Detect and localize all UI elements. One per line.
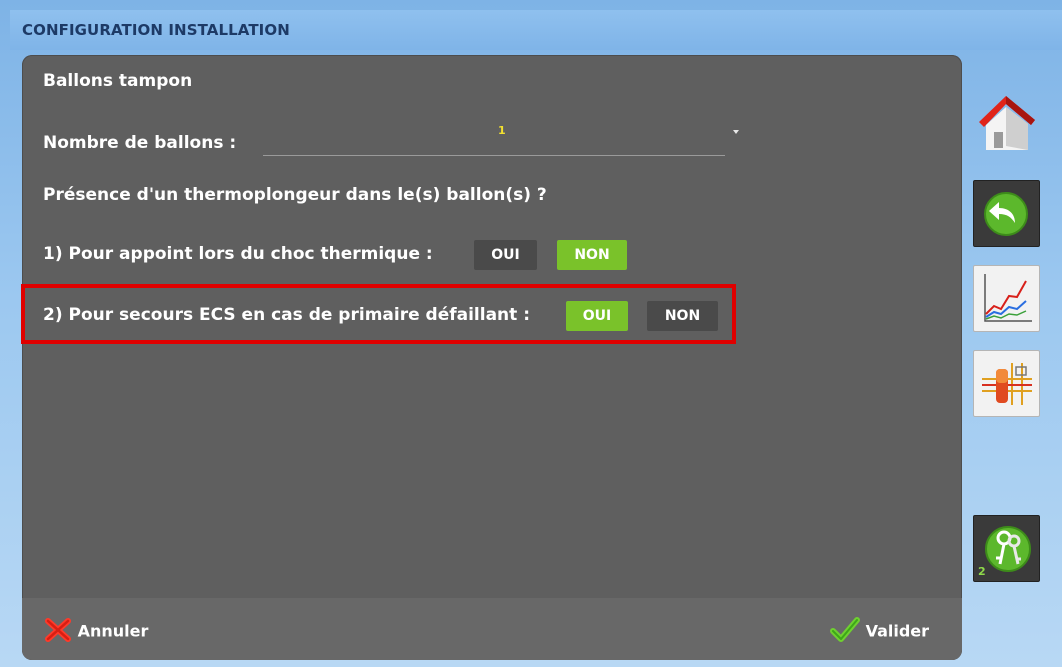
cancel-label: Annuler bbox=[77, 621, 149, 641]
home-button[interactable] bbox=[973, 90, 1040, 157]
chevron-down-icon bbox=[733, 130, 739, 134]
green-check-icon bbox=[830, 617, 860, 642]
back-button[interactable] bbox=[973, 180, 1040, 247]
highlight-frame bbox=[21, 284, 736, 344]
validate-button[interactable]: Valider bbox=[830, 617, 930, 645]
maintenance-keys-button[interactable]: 2 bbox=[973, 515, 1040, 582]
keys-badge: 2 bbox=[978, 565, 986, 578]
thermoplongeur-question: Présence d'un thermoplongeur dans le(s) … bbox=[43, 185, 547, 205]
option-1-yes-button[interactable]: OUI bbox=[474, 240, 537, 270]
option-1-no-button[interactable]: NON bbox=[557, 240, 627, 270]
title-bar: CONFIGURATION INSTALLATION bbox=[10, 10, 1062, 50]
validate-label: Valider bbox=[865, 621, 930, 641]
option-1-label: 1) Pour appoint lors du choc thermique : bbox=[43, 244, 433, 264]
panel-footer bbox=[22, 598, 962, 660]
hydraulic-schema-icon bbox=[982, 363, 1032, 405]
section-title: Ballons tampon bbox=[43, 71, 193, 91]
cancel-button[interactable]: Annuler bbox=[44, 618, 149, 645]
trend-chart-button[interactable] bbox=[973, 265, 1040, 332]
back-arrow-icon bbox=[984, 192, 1028, 236]
page-title: CONFIGURATION INSTALLATION bbox=[22, 21, 290, 39]
trend-chart-icon bbox=[984, 274, 1032, 322]
tank-count-label: Nombre de ballons : bbox=[43, 133, 237, 153]
tank-count-value: 1 bbox=[498, 124, 506, 137]
red-cross-icon bbox=[45, 618, 71, 642]
select-underline bbox=[263, 155, 725, 156]
hydraulic-schema-button[interactable] bbox=[973, 350, 1040, 417]
home-icon bbox=[979, 96, 1035, 150]
